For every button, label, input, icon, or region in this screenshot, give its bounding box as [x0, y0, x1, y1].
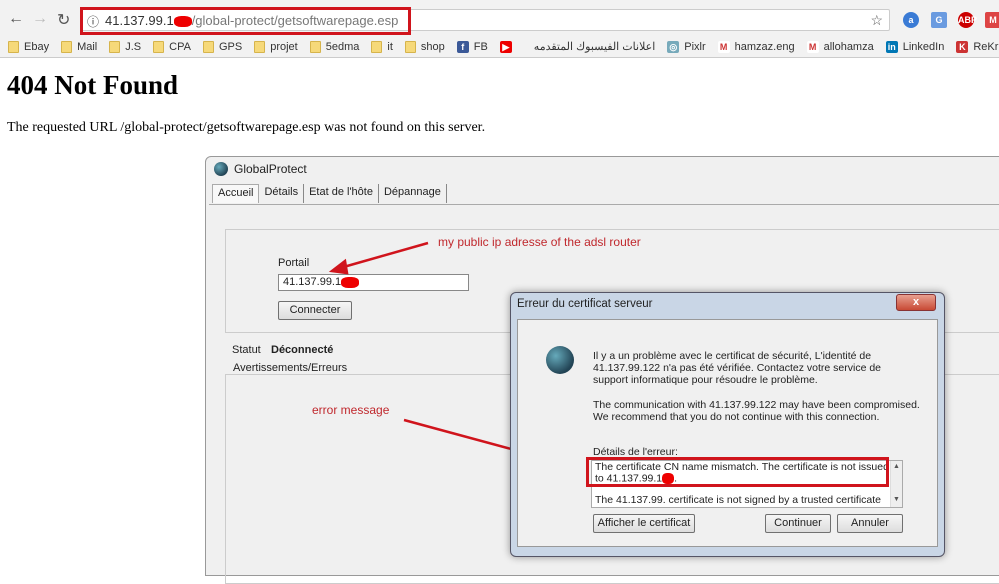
details-scrollbar[interactable]: ▲ ▼: [890, 461, 902, 507]
dialog-body: Il y a un problème avec le certificat de…: [517, 319, 938, 547]
warning-text-fr: Il y a un problème avec le certificat de…: [593, 350, 882, 386]
error-highlight-box: [586, 457, 889, 487]
warning-text-en: The communication with 41.137.99.122 may…: [593, 399, 920, 423]
certificate-error-dialog: Erreur du certificat serveur x Il y a un…: [510, 292, 945, 557]
continue-button[interactable]: Continuer: [765, 514, 831, 533]
close-button[interactable]: x: [896, 294, 936, 311]
cancel-button[interactable]: Annuler: [837, 514, 903, 533]
arrowhead: [328, 258, 349, 275]
error-detail-2: The 41.137.99. certificate is not signed…: [595, 494, 881, 506]
globalprotect-shield-icon: [546, 346, 574, 374]
show-certificate-button[interactable]: Afficher le certificat: [593, 514, 695, 533]
dialog-title: Erreur du certificat serveur: [517, 298, 653, 310]
arrow-to-portal: [339, 241, 429, 270]
